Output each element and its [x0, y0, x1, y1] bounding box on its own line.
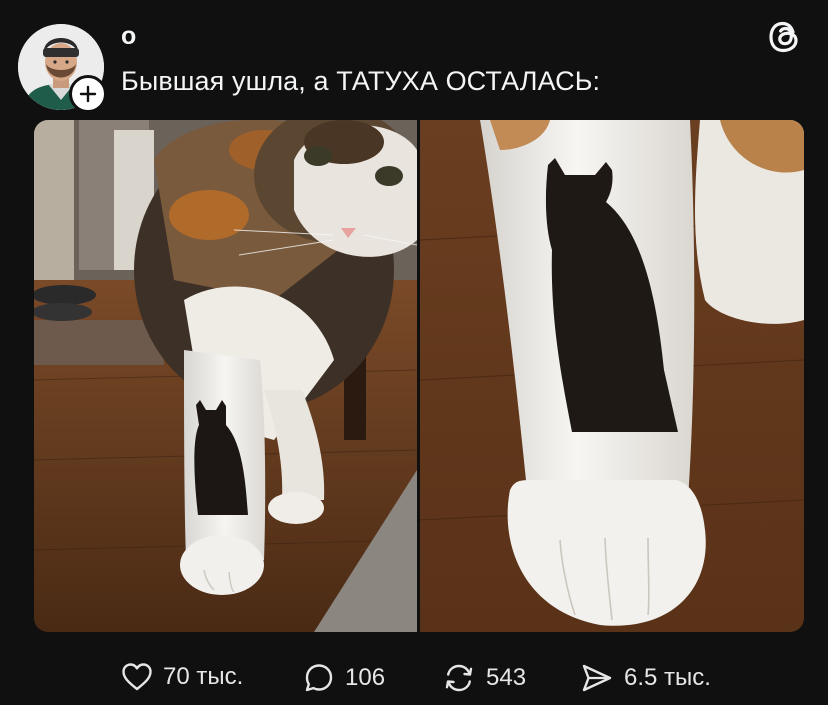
threads-logo-icon[interactable] — [766, 18, 804, 56]
repost-count: 543 — [486, 664, 527, 691]
username[interactable]: о — [121, 22, 136, 51]
repost-icon — [445, 664, 473, 692]
cat-leg-photo[interactable] — [34, 120, 417, 632]
repost-button[interactable]: 543 — [442, 662, 526, 694]
reply-count: 106 — [345, 664, 386, 691]
like-button[interactable]: 70 тыс. — [121, 662, 243, 692]
send-icon — [582, 664, 612, 692]
action-bar: 70 тыс. 106 543 6.5 тыс. — [0, 660, 828, 704]
post-caption: Бывшая ушла, а ТАТУХА ОСТАЛАСЬ: — [121, 66, 601, 96]
plus-icon — [79, 85, 97, 103]
like-count: 70 тыс. — [163, 663, 244, 690]
follow-button[interactable] — [69, 75, 107, 113]
reply-button[interactable]: 106 — [303, 662, 385, 694]
avatar-container[interactable] — [18, 24, 107, 113]
post-card: о Бывшая ушла, а ТАТУХА ОСТАЛАСЬ: 70 тыс… — [0, 0, 828, 705]
share-button[interactable]: 6.5 тыс. — [580, 662, 711, 694]
image-gallery — [34, 120, 804, 632]
cat-leg-closeup-photo[interactable] — [420, 120, 804, 632]
comment-icon — [305, 664, 333, 692]
heart-icon — [122, 663, 152, 691]
share-count: 6.5 тыс. — [624, 664, 711, 691]
